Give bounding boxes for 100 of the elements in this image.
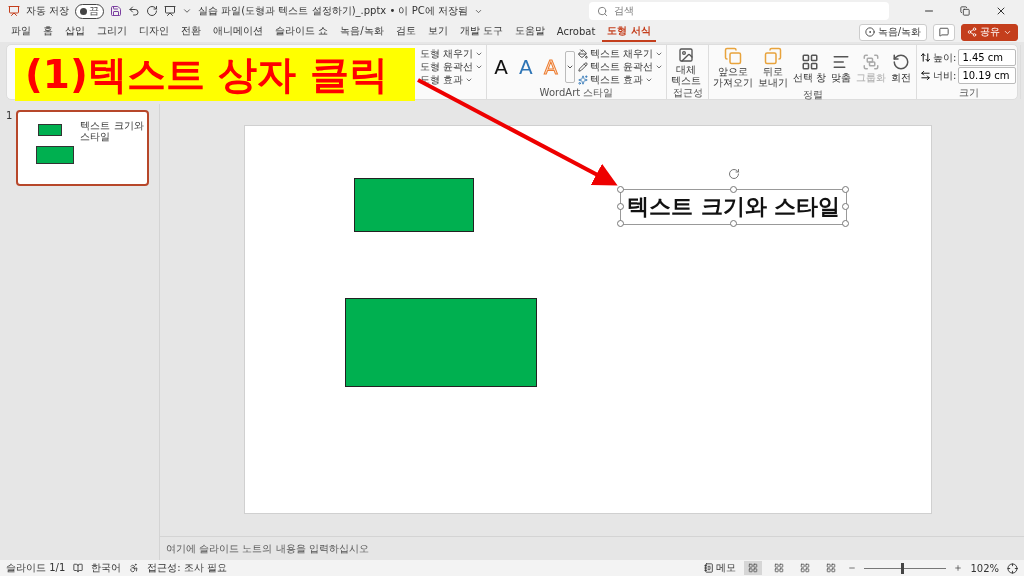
zoom-in-icon[interactable] bbox=[954, 564, 963, 572]
selection-pane-icon bbox=[800, 52, 819, 71]
wordart-style[interactable]: A bbox=[490, 54, 512, 79]
view-icon bbox=[748, 563, 759, 573]
app-logo-icon bbox=[8, 5, 20, 17]
group-icon bbox=[862, 52, 881, 71]
ribbon-tab[interactable]: 파일 bbox=[6, 22, 36, 42]
resize-handle[interactable] bbox=[617, 186, 624, 193]
ribbon-tab[interactable]: 홈 bbox=[38, 22, 58, 42]
pencil-icon bbox=[577, 61, 588, 72]
text-style-command[interactable]: 텍스트 윤곽선 bbox=[577, 60, 663, 73]
ribbon-tab[interactable]: 애니메이션 bbox=[208, 22, 268, 42]
resize-handle[interactable] bbox=[842, 220, 850, 227]
height-icon bbox=[920, 52, 931, 63]
size-label: 너비: bbox=[933, 68, 957, 83]
bring-forward-icon bbox=[724, 47, 742, 65]
size-field[interactable]: 1.45 cm bbox=[958, 49, 1017, 66]
book-icon[interactable] bbox=[73, 563, 84, 573]
slide-thumbnail[interactable]: 텍스트 크기와 스타일 bbox=[16, 110, 150, 186]
rotate-icon bbox=[892, 52, 911, 71]
language-label: 한국어 bbox=[91, 561, 122, 575]
slide-counter: 슬라이드 1/1 bbox=[6, 561, 66, 575]
fit-slide-icon[interactable] bbox=[1007, 562, 1018, 574]
text-style-command[interactable]: 텍스트 채우기 bbox=[577, 47, 663, 60]
group-title: 접근성 bbox=[672, 86, 703, 99]
arrange-button[interactable]: 선택 창 bbox=[792, 52, 828, 83]
search-icon bbox=[596, 5, 608, 17]
view-icon bbox=[800, 563, 811, 573]
resize-handle[interactable] bbox=[842, 186, 850, 193]
resize-handle[interactable] bbox=[729, 220, 737, 227]
sparkle-icon bbox=[577, 74, 588, 85]
view-icon bbox=[774, 563, 785, 573]
share-icon bbox=[967, 27, 977, 37]
picture-icon bbox=[678, 47, 694, 63]
arrange-button[interactable]: 회전 bbox=[890, 52, 913, 83]
thumbnail-rectangle bbox=[38, 124, 63, 136]
view-icon bbox=[826, 563, 837, 573]
ribbon-tab[interactable]: 도움말 bbox=[509, 22, 550, 42]
notes-button[interactable]: 메모 bbox=[704, 562, 737, 574]
file-title: 실습 파일(도형과 텍스트 설정하기)_.pptx • 이 PC에 저장됨 bbox=[198, 4, 468, 18]
ribbon-tab[interactable]: 개발 도구 bbox=[454, 22, 508, 42]
search-field[interactable]: 검색 bbox=[588, 2, 889, 20]
ribbon-tab[interactable]: 슬라이드 쇼 bbox=[270, 22, 334, 42]
accessibility-status: 접근성: 조사 필요 bbox=[147, 561, 227, 575]
ribbon-tab[interactable]: 녹음/녹화 bbox=[335, 22, 389, 42]
thumbnail-text: 텍스트 크기와 스타일 bbox=[80, 120, 145, 142]
group-title: 정렬 bbox=[802, 88, 823, 101]
annotation-callout: (1)텍스트 상자 클릭 bbox=[15, 48, 415, 101]
fill-icon bbox=[577, 48, 588, 59]
undo-icon[interactable] bbox=[128, 5, 141, 17]
width-icon bbox=[920, 70, 931, 81]
ribbon-tab[interactable]: 도형 서식 bbox=[602, 22, 656, 42]
group-title: WordArt 스타일 bbox=[539, 86, 614, 99]
autosave-toggle[interactable]: 끔 bbox=[75, 3, 105, 19]
wordart-style[interactable]: A bbox=[514, 54, 537, 79]
arrange-button[interactable]: 앞으로 가져오기 bbox=[712, 47, 754, 88]
ribbon-tab[interactable]: 그리기 bbox=[92, 22, 132, 42]
zoom-out-icon[interactable] bbox=[848, 564, 857, 572]
notes-icon bbox=[704, 563, 715, 573]
resize-handle[interactable] bbox=[842, 203, 850, 210]
arrange-button[interactable]: 뒤로 보내기 bbox=[757, 47, 789, 88]
autosave-label: 자동 저장 bbox=[26, 4, 70, 18]
comments-button[interactable] bbox=[933, 23, 955, 41]
alt-text-button[interactable]: 대체 텍스트 bbox=[670, 47, 702, 86]
restore-icon bbox=[960, 6, 970, 16]
record-button[interactable]: 녹음/녹화 bbox=[858, 23, 927, 41]
resize-handle[interactable] bbox=[617, 203, 624, 210]
customize-icon[interactable] bbox=[182, 6, 193, 16]
comment-icon bbox=[939, 27, 949, 37]
ribbon-tab[interactable]: 전환 bbox=[176, 22, 206, 42]
record-icon bbox=[864, 27, 875, 37]
redo-icon[interactable] bbox=[146, 5, 159, 17]
share-button[interactable]: 공유 bbox=[961, 23, 1018, 41]
close-icon bbox=[995, 5, 1007, 17]
save-icon[interactable] bbox=[110, 5, 123, 17]
resize-handle[interactable] bbox=[729, 186, 737, 193]
ribbon-tab[interactable]: Acrobat bbox=[551, 23, 601, 41]
ribbon-tab[interactable]: 디자인 bbox=[134, 22, 174, 42]
zoom-percent: 102% bbox=[970, 562, 999, 574]
rotate-handle-icon[interactable] bbox=[727, 168, 740, 180]
send-backward-icon bbox=[764, 47, 782, 65]
slideshow-icon[interactable] bbox=[164, 5, 177, 17]
thumbnail-rectangle bbox=[36, 146, 75, 164]
shape-style-command[interactable]: 도형 채우기 bbox=[419, 47, 483, 60]
view-button[interactable] bbox=[744, 561, 763, 575]
size-field[interactable]: 10.19 cm bbox=[958, 67, 1017, 84]
accessibility-icon[interactable] bbox=[129, 563, 140, 573]
resize-handle[interactable] bbox=[617, 220, 624, 227]
ribbon-tab[interactable]: 검토 bbox=[390, 22, 421, 42]
shape-style-command[interactable]: 도형 효과 bbox=[419, 73, 483, 86]
arrange-button[interactable]: 맞춤 bbox=[830, 52, 853, 83]
ribbon-tab[interactable]: 삽입 bbox=[60, 22, 90, 42]
group-title: 크기 bbox=[958, 86, 979, 99]
ribbon-tab[interactable]: 보기 bbox=[422, 22, 453, 42]
size-label: 높이: bbox=[933, 50, 957, 65]
shape-style-command[interactable]: 도형 윤곽선 bbox=[419, 60, 483, 73]
text-style-command[interactable]: 텍스트 효과 bbox=[577, 73, 663, 86]
zoom-thumb[interactable] bbox=[901, 562, 905, 574]
gallery-scroller[interactable] bbox=[564, 50, 575, 83]
slide-number: 1 bbox=[6, 110, 13, 123]
